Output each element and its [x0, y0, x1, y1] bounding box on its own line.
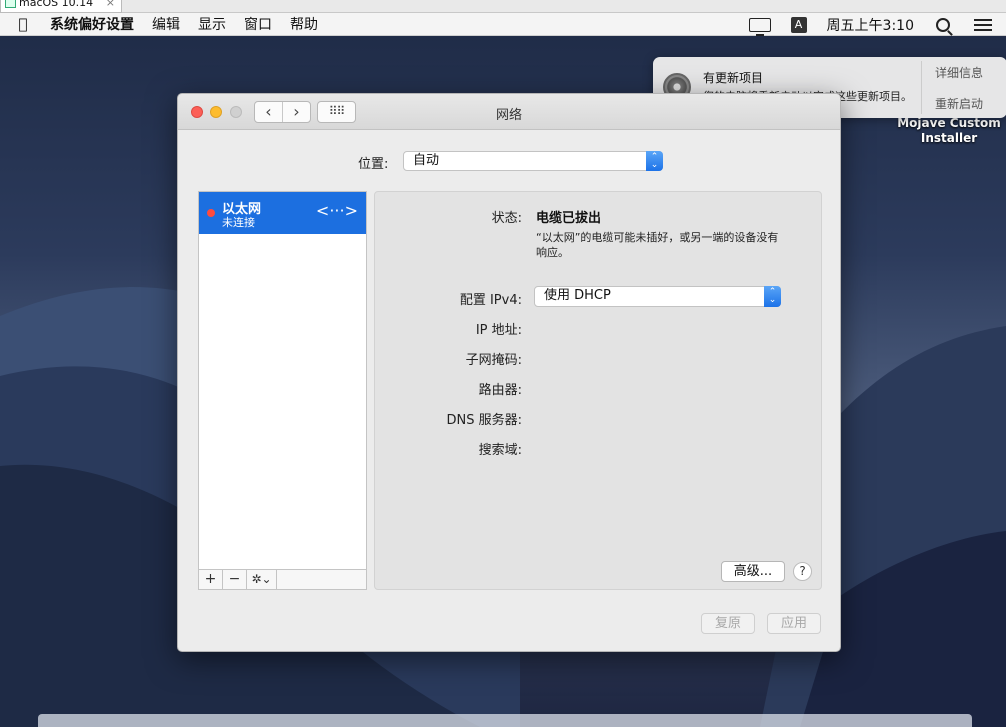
status-description: “以太网”的电缆可能未插好，或另一端的设备没有响应。	[536, 231, 779, 259]
window-title: 网络	[495, 108, 522, 123]
installer-label[interactable]: Mojave Custom Installer	[893, 116, 1005, 146]
notification-restart-button[interactable]: 重新启动	[935, 95, 983, 112]
spotlight-search-icon[interactable]	[936, 17, 950, 32]
notification-title: 有更新项目	[703, 71, 764, 85]
status-red-dot-icon	[207, 209, 215, 217]
close-icon[interactable]: ×	[106, 0, 115, 10]
apply-button[interactable]: 应用	[767, 613, 821, 634]
apple-menu-icon[interactable]: 	[8, 15, 38, 33]
menu-app-name[interactable]: 系统偏好设置	[50, 14, 134, 34]
menu-edit[interactable]: 编辑	[152, 14, 180, 34]
service-status: 未连接	[222, 216, 255, 229]
popup-arrows-icon: ⌃ ⌄	[646, 151, 663, 171]
service-item-ethernet[interactable]: 以太网 未连接 <···>	[199, 192, 366, 234]
help-button[interactable]: ?	[793, 562, 812, 581]
ethernet-arrows-icon: <···>	[315, 201, 358, 220]
ipv4-config-popup[interactable]: 使用 DHCP ⌃ ⌄	[534, 286, 781, 307]
network-preferences-window: ‹ › ⠿⠿ 网络 位置: 自动 ⌃ ⌄ 以太网 未连接 <···> + − ✲⌄…	[177, 93, 841, 652]
display-mirroring-icon[interactable]	[748, 17, 771, 36]
service-detail-panel: 状态: 电缆已拔出 “以太网”的电缆可能未插好，或另一端的设备没有响应。 配置 …	[374, 191, 822, 590]
window-titlebar: ‹ › ⠿⠿ 网络	[178, 94, 840, 130]
remove-service-button[interactable]: −	[223, 570, 247, 589]
vm-icon	[5, 0, 16, 8]
vm-tab-strip: macOS 10.14 ×	[0, 0, 1006, 13]
vm-tab-title: macOS 10.14	[19, 0, 94, 9]
ipv4-config-value: 使用 DHCP	[544, 288, 611, 303]
search-domain-label: 搜索域:	[478, 443, 522, 458]
input-source-icon[interactable]: A	[790, 16, 807, 33]
dock[interactable]	[38, 714, 972, 727]
location-label: 位置:	[358, 157, 389, 172]
add-service-button[interactable]: +	[199, 570, 223, 589]
advanced-button[interactable]: 高级...	[721, 561, 785, 582]
ip-address-label: IP 地址:	[475, 323, 522, 338]
ipv4-config-label: 配置 IPv4:	[459, 293, 522, 308]
vm-tab[interactable]: macOS 10.14 ×	[0, 0, 122, 13]
notification-divider	[921, 61, 922, 114]
service-list: 以太网 未连接 <···>	[198, 191, 367, 570]
notification-details-button[interactable]: 详细信息	[935, 64, 983, 81]
location-popup[interactable]: 自动 ⌃ ⌄	[403, 151, 663, 171]
revert-button[interactable]: 复原	[701, 613, 755, 634]
notification-center-icon[interactable]	[974, 16, 992, 34]
status-value: 电缆已拔出	[536, 211, 602, 226]
menu-window[interactable]: 窗口	[244, 14, 272, 34]
router-label: 路由器:	[478, 383, 522, 398]
menu-view[interactable]: 显示	[198, 14, 226, 34]
menu-clock[interactable]: 周五上午3:10	[827, 15, 914, 35]
dns-server-label: DNS 服务器:	[446, 413, 523, 428]
menu-help[interactable]: 帮助	[290, 14, 318, 34]
popup-arrows-icon: ⌃ ⌄	[764, 286, 781, 307]
service-list-toolbar: + − ✲⌄	[198, 570, 367, 590]
status-label: 状态:	[491, 211, 522, 226]
location-value: 自动	[413, 153, 440, 168]
subnet-mask-label: 子网掩码:	[465, 353, 522, 368]
menu-bar:  系统偏好设置 编辑 显示 窗口 帮助 A 周五上午3:10	[0, 13, 1006, 36]
service-actions-gear-icon[interactable]: ✲⌄	[247, 570, 277, 589]
